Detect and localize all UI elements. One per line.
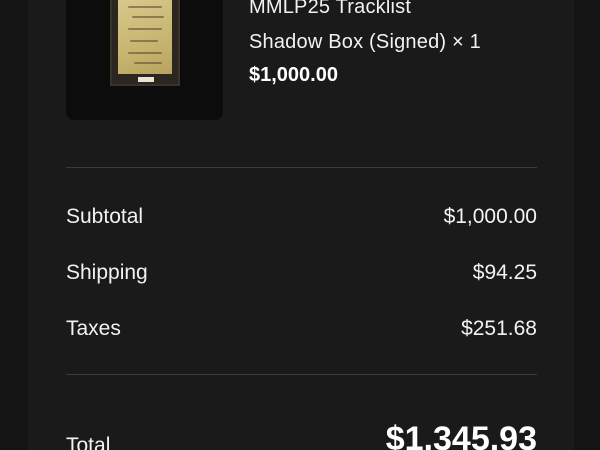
framed-signed-tracklist-icon [110, 0, 180, 86]
subtotal-label: Subtotal [66, 205, 144, 228]
taxes-label: Taxes [66, 317, 121, 340]
total-value: $1,345.93 [385, 420, 537, 450]
shipping-row: Shipping $94.25 [66, 261, 537, 291]
divider-top [66, 167, 537, 168]
product-thumbnail [66, 0, 223, 120]
shipping-label: Shipping [66, 261, 148, 284]
product-title: MMLP25 Tracklist Shadow Box (Signed) × 1 [249, 0, 569, 60]
taxes-value: $251.68 [461, 317, 537, 340]
shipping-value: $94.25 [472, 261, 537, 284]
taxes-row: Taxes $251.68 [66, 317, 537, 347]
product-price: $1,000.00 [249, 64, 338, 86]
divider-bottom [66, 374, 537, 375]
total-label: Total [66, 434, 111, 450]
product-title-line-2: Shadow Box (Signed) × 1 [249, 31, 481, 53]
subtotal-row: Subtotal $1,000.00 [66, 205, 537, 235]
subtotal-value: $1,000.00 [443, 205, 537, 228]
order-summary-page: MMLP25 Tracklist Shadow Box (Signed) × 1… [0, 0, 600, 450]
product-title-line-1: MMLP25 Tracklist [249, 0, 412, 18]
